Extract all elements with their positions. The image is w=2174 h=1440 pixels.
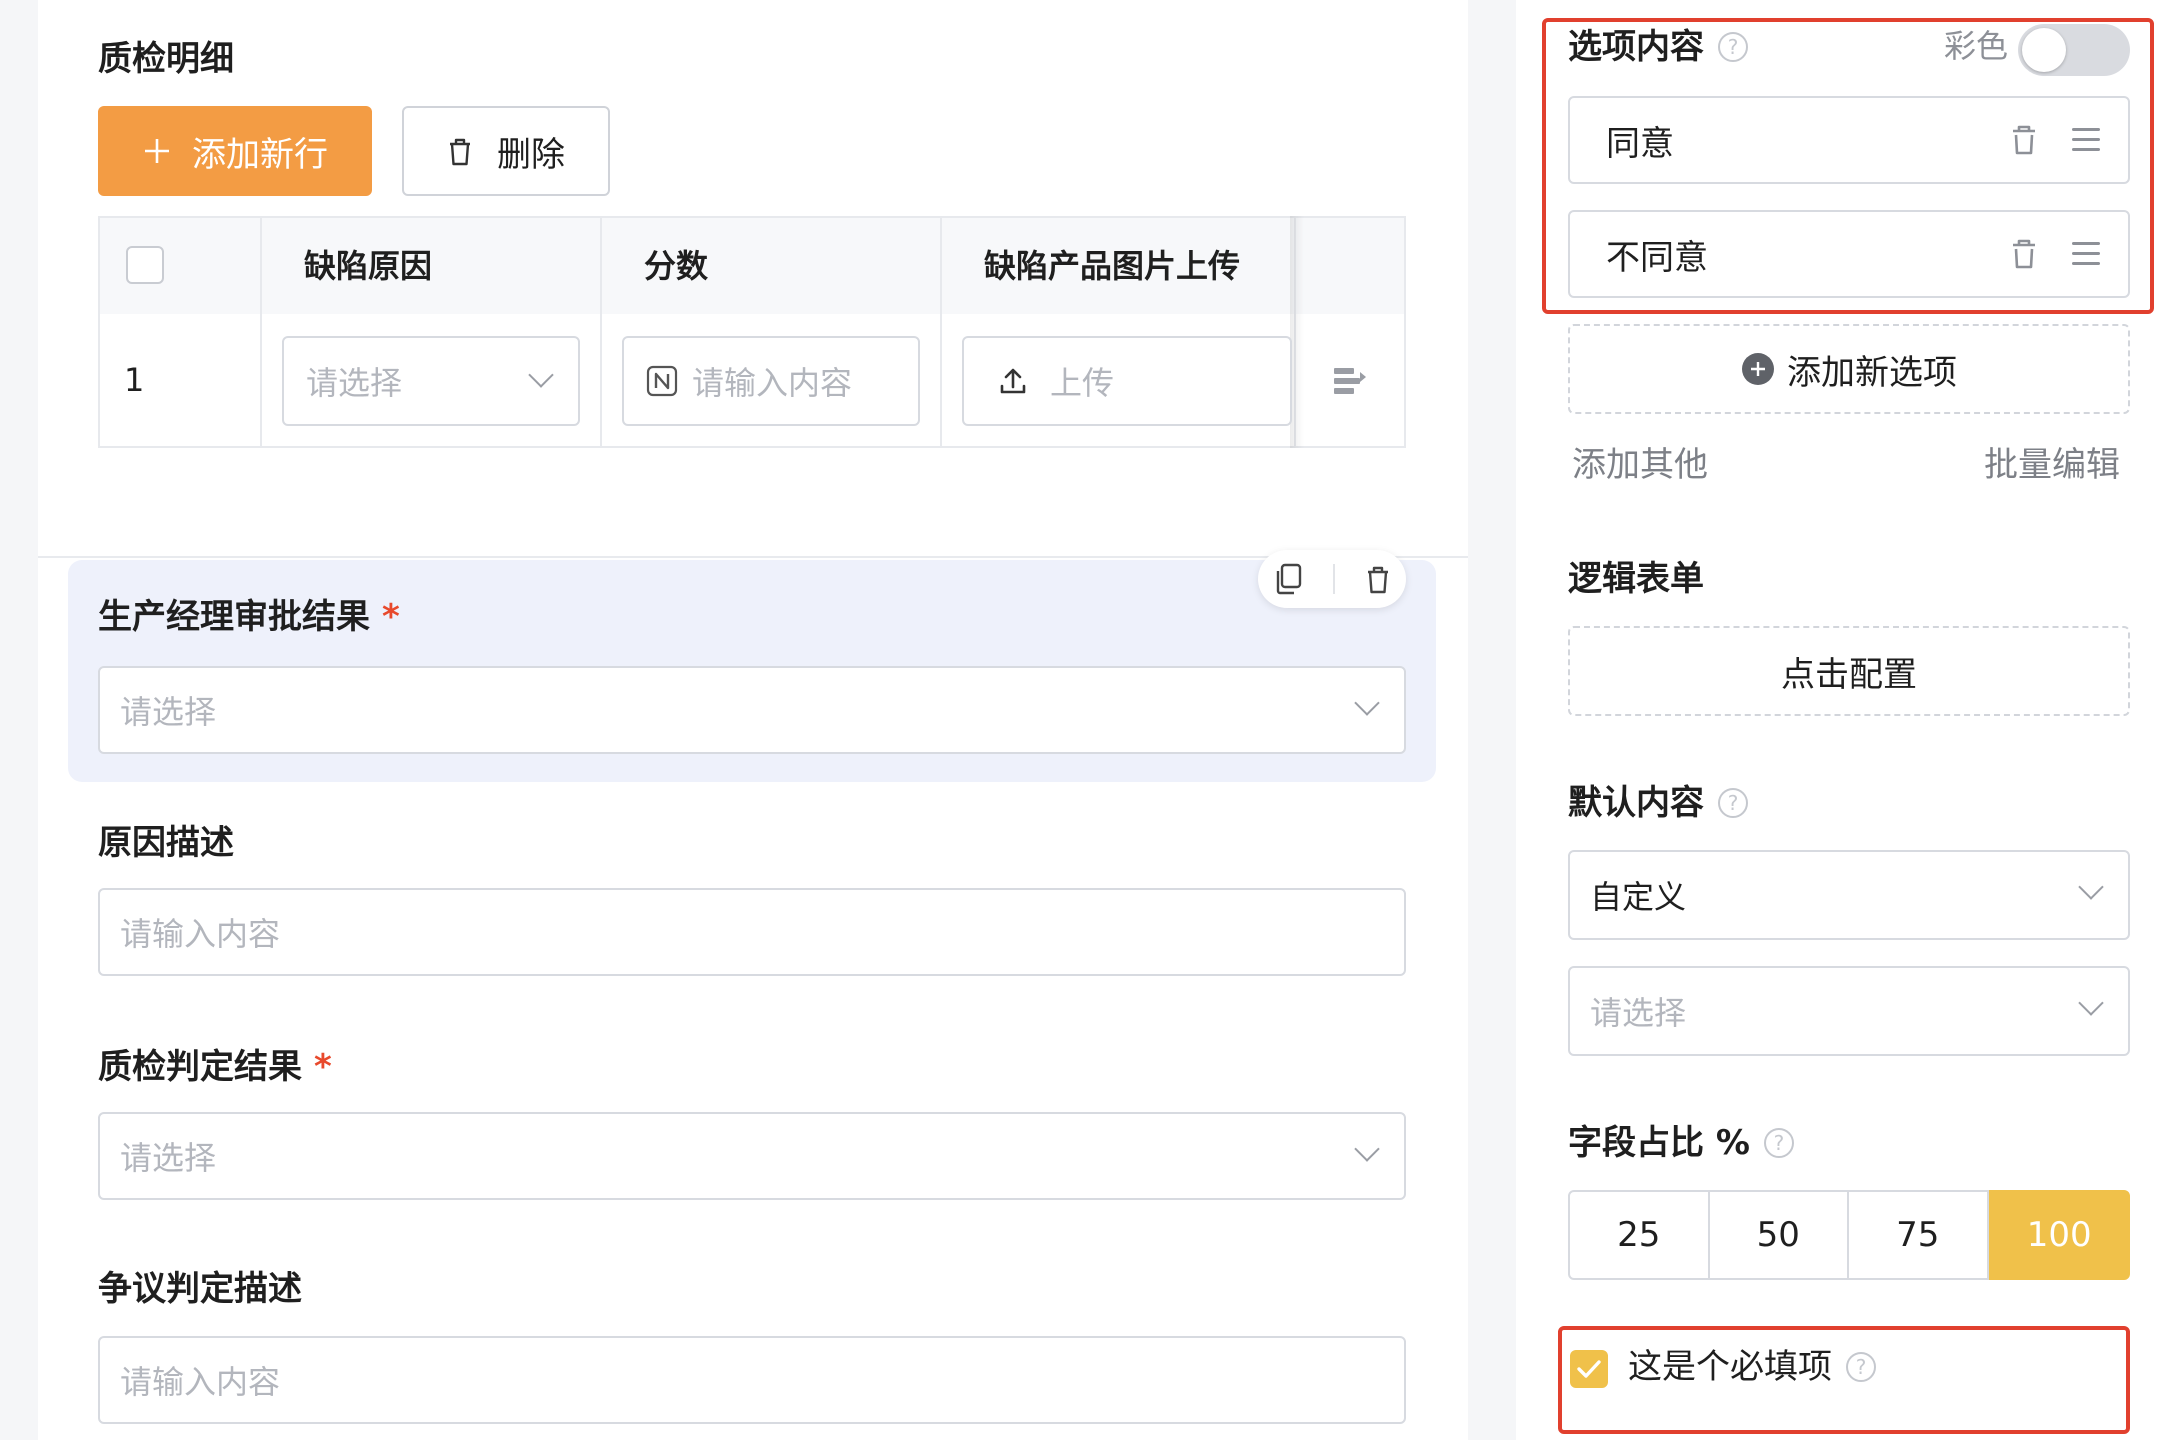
copy-icon[interactable] bbox=[1273, 563, 1303, 595]
reason-description-input[interactable]: 请输入内容 bbox=[98, 888, 1406, 976]
chevron-down-icon bbox=[528, 362, 554, 388]
color-toggle-knob bbox=[2022, 28, 2066, 72]
required-checkbox[interactable] bbox=[1570, 1350, 1608, 1388]
chevron-down-icon bbox=[2078, 990, 2104, 1016]
default-mode-select[interactable]: 自定义 bbox=[1568, 850, 2130, 940]
defect-reason-placeholder: 请选择 bbox=[306, 364, 403, 402]
option-item[interactable]: 同意 bbox=[1568, 96, 2130, 184]
dispute-description-input[interactable]: 请输入内容 bbox=[98, 1336, 1406, 1424]
score-placeholder: 请输入内容 bbox=[692, 364, 853, 402]
column-header-score: 分数 bbox=[644, 247, 709, 285]
chevron-down-icon bbox=[2078, 874, 2104, 900]
delete-button[interactable]: 删除 bbox=[402, 106, 610, 196]
checkmark-icon bbox=[1577, 1360, 1601, 1378]
add-row-label: 添加新行 bbox=[192, 134, 328, 175]
field-label-manager-approval: 生产经理审批结果 * bbox=[98, 600, 400, 634]
trash-icon[interactable] bbox=[2010, 236, 2038, 272]
fixed-column-shadow bbox=[1290, 216, 1304, 448]
chevron-down-icon bbox=[1354, 1136, 1380, 1162]
field-label-text: 生产经理审批结果 bbox=[98, 597, 370, 637]
plus-icon bbox=[145, 139, 169, 163]
logic-form-label: 逻辑表单 bbox=[1568, 559, 1704, 599]
field-width-label: 字段占比 % ? bbox=[1568, 1126, 1794, 1160]
toolbar-separator bbox=[1333, 564, 1335, 594]
trash-icon bbox=[450, 138, 470, 166]
logic-config-button[interactable]: 点击配置 bbox=[1568, 626, 2130, 716]
default-value-select[interactable]: 请选择 bbox=[1568, 966, 2130, 1056]
default-content-label: 默认内容 ? bbox=[1568, 786, 1748, 820]
width-option-50[interactable]: 50 bbox=[1709, 1190, 1849, 1280]
logic-config-label: 点击配置 bbox=[1781, 654, 1917, 695]
add-option-label: 添加新选项 bbox=[1787, 352, 1957, 393]
option-label: 不同意 bbox=[1606, 237, 1708, 278]
add-other-link[interactable]: 添加其他 bbox=[1572, 448, 1708, 482]
plus-circle-icon bbox=[1742, 353, 1774, 385]
table-divider bbox=[600, 216, 602, 448]
default-mode-value: 自定义 bbox=[1590, 878, 1687, 916]
width-option-75[interactable]: 75 bbox=[1849, 1190, 1989, 1280]
field-width-text: 字段占比 % bbox=[1568, 1123, 1750, 1163]
section-divider bbox=[38, 556, 1468, 558]
field-actions-toolbar bbox=[1258, 550, 1406, 608]
option-label: 同意 bbox=[1606, 123, 1674, 164]
add-option-button[interactable]: 添加新选项 bbox=[1568, 324, 2130, 414]
options-content-label: 选项内容 ? bbox=[1568, 30, 1748, 64]
default-content-text: 默认内容 bbox=[1568, 783, 1704, 823]
drag-handle-icon[interactable] bbox=[2072, 242, 2100, 265]
delete-label: 删除 bbox=[497, 134, 565, 175]
color-toggle-label: 彩色 bbox=[1944, 27, 2009, 65]
field-label-inspection-result: 质检判定结果 * bbox=[98, 1050, 332, 1084]
table-divider bbox=[940, 216, 942, 448]
field-label-dispute-description: 争议判定描述 bbox=[98, 1269, 302, 1309]
trash-icon[interactable] bbox=[1365, 563, 1391, 595]
add-row-button[interactable]: 添加新行 bbox=[98, 106, 372, 196]
select-all-checkbox[interactable] bbox=[126, 246, 164, 284]
inspection-result-select[interactable]: 请选择 bbox=[98, 1112, 1406, 1200]
field-placeholder: 请输入内容 bbox=[120, 1363, 281, 1401]
score-input[interactable]: 请输入内容 bbox=[622, 336, 920, 426]
field-width-segmented: 25 50 75 100 bbox=[1568, 1190, 2130, 1280]
field-label-text: 质检判定结果 bbox=[98, 1047, 302, 1087]
image-upload-button[interactable]: 上传 bbox=[962, 336, 1292, 426]
defect-reason-select[interactable]: 请选择 bbox=[282, 336, 580, 426]
trash-icon[interactable] bbox=[2010, 122, 2038, 158]
required-checkbox-text: 这是个必填项 bbox=[1628, 1347, 1832, 1387]
required-mark: * bbox=[314, 1047, 332, 1087]
help-icon[interactable]: ? bbox=[1763, 1128, 1794, 1158]
help-icon[interactable]: ? bbox=[1718, 788, 1748, 818]
chevron-down-icon bbox=[1354, 690, 1380, 716]
table-divider bbox=[260, 216, 262, 448]
detail-section-title: 质检明细 bbox=[98, 39, 234, 79]
option-item[interactable]: 不同意 bbox=[1568, 210, 2130, 298]
width-option-100[interactable]: 100 bbox=[1988, 1190, 2130, 1280]
manager-approval-select[interactable]: 请选择 bbox=[98, 666, 1406, 754]
width-option-25[interactable]: 25 bbox=[1568, 1190, 1710, 1280]
upload-icon bbox=[1000, 368, 1026, 394]
required-checkbox-label: 这是个必填项 ? bbox=[1628, 1350, 1876, 1384]
help-icon[interactable]: ? bbox=[1718, 32, 1748, 62]
default-value-placeholder: 请选择 bbox=[1590, 994, 1687, 1032]
drag-handle-icon[interactable] bbox=[2072, 128, 2100, 151]
options-content-text: 选项内容 bbox=[1568, 27, 1704, 67]
help-icon[interactable]: ? bbox=[1846, 1352, 1876, 1382]
field-label-reason-description: 原因描述 bbox=[98, 823, 234, 863]
number-icon bbox=[646, 365, 678, 397]
column-header-image-upload: 缺陷产品图片上传 bbox=[984, 247, 1241, 285]
required-mark: * bbox=[382, 597, 400, 637]
row-edit-icon[interactable] bbox=[1332, 364, 1368, 404]
batch-edit-link[interactable]: 批量编辑 bbox=[1984, 448, 2120, 482]
row-index: 1 bbox=[124, 361, 145, 399]
field-placeholder: 请输入内容 bbox=[120, 915, 281, 953]
upload-label: 上传 bbox=[1050, 364, 1115, 402]
field-placeholder: 请选择 bbox=[120, 693, 217, 731]
field-placeholder: 请选择 bbox=[120, 1139, 217, 1177]
column-header-reason: 缺陷原因 bbox=[304, 247, 433, 285]
